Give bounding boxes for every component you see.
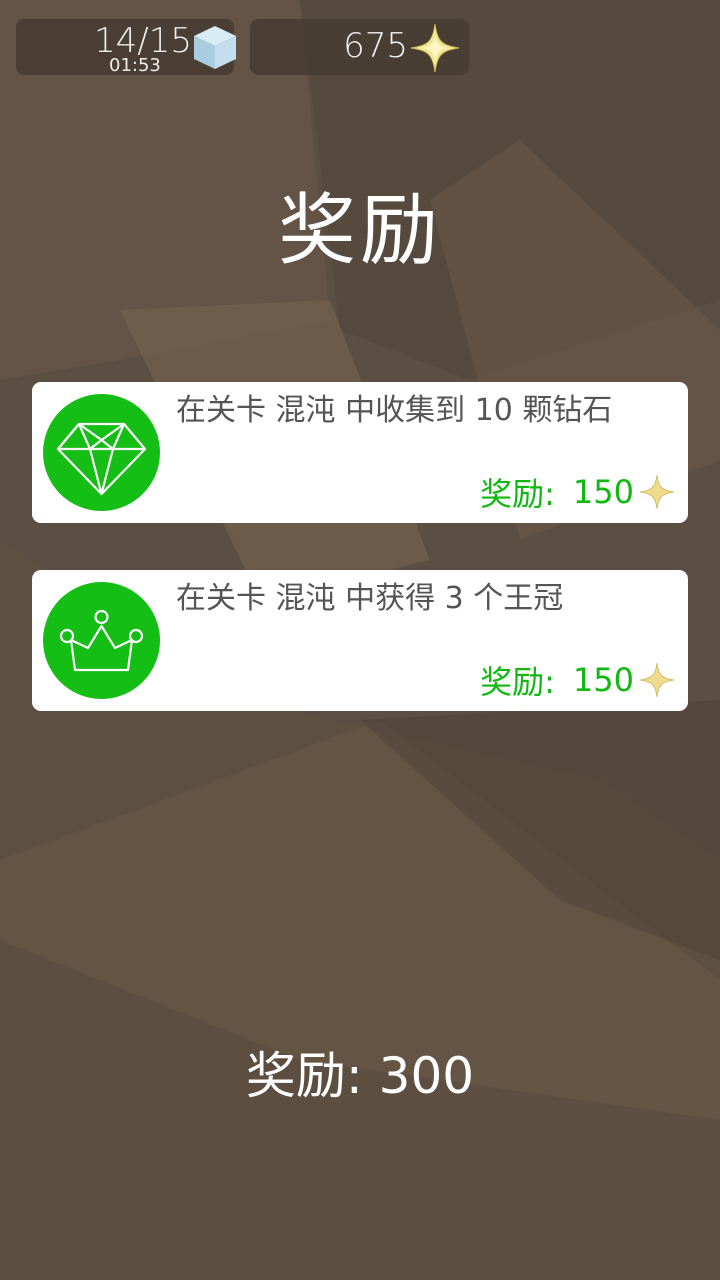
diamond-icon [56,422,147,496]
sparkle-star-icon [410,23,460,73]
task-card-diamonds: 在关卡 混沌 中收集到 10 颗钻石 奖励: 150 [32,382,688,523]
task-description: 在关卡 混沌 中获得 3 个王冠 [176,581,564,616]
timer: 01:53 [109,55,161,76]
ice-cube-icon [194,26,236,69]
reward-screen: 14/15 01:53 675 奖励 在关卡 混沌 中收集到 10 颗钻石 奖励… [0,0,720,1280]
page-title: 奖励 [277,186,442,276]
task-reward: 奖励: 150 [480,659,676,701]
sparkle-star-icon [639,662,675,698]
task-reward: 奖励: 150 [480,471,676,513]
task-badge [43,582,160,699]
crown-icon [59,609,144,672]
reward-label: 奖励: [480,475,555,513]
reward-label: 奖励: [480,663,555,701]
task-badge [43,394,160,511]
reward-value: 150 [572,661,634,699]
sparkle-star-icon [639,474,675,510]
reward-value: 150 [572,473,634,511]
level-progress-panel: 14/15 01:53 [16,19,236,76]
task-card-crowns: 在关卡 混沌 中获得 3 个王冠 奖励: 150 [32,570,688,711]
coin-panel: 675 [250,19,469,75]
total-reward: 奖励: 300 [245,1047,475,1105]
task-description: 在关卡 混沌 中收集到 10 颗钻石 [176,393,613,428]
coin-count: 675 [343,26,408,66]
